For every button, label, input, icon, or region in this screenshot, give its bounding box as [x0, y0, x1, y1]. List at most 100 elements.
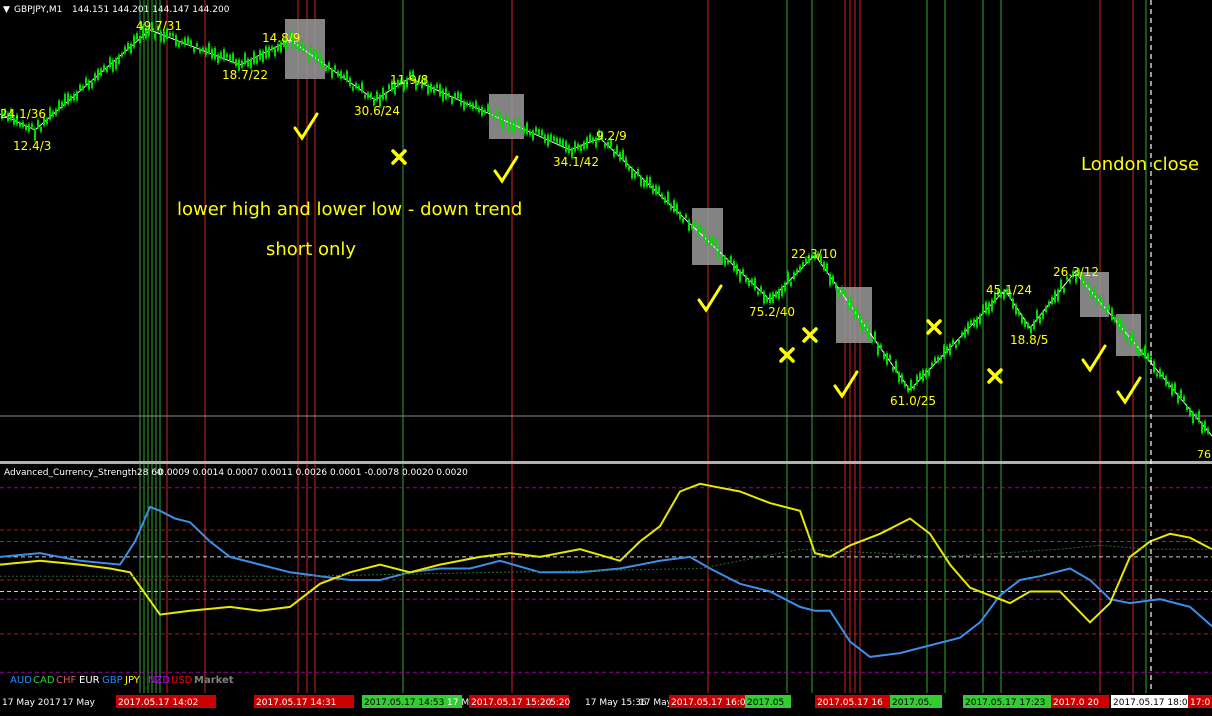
candle-body	[1105, 308, 1107, 313]
candle-body	[688, 219, 690, 231]
candle-body	[184, 37, 186, 46]
candle-body	[700, 227, 702, 231]
candle-body	[895, 360, 897, 372]
candle-body	[187, 37, 189, 44]
candle-body	[313, 49, 315, 59]
candle-body	[1201, 422, 1203, 433]
london-close-annotation: London close	[1081, 154, 1199, 175]
candle-body	[49, 107, 51, 120]
candle-body	[982, 304, 984, 314]
candle-body	[1135, 342, 1137, 352]
candle-body	[565, 141, 567, 152]
candle-body	[784, 282, 786, 292]
zigzag-label: 12.4/3	[13, 139, 51, 153]
candle-body	[721, 255, 723, 262]
candle-body	[367, 92, 369, 99]
candle-body	[1108, 305, 1110, 311]
candle-body	[727, 260, 729, 264]
candle-body	[949, 344, 951, 355]
candle-body	[667, 191, 669, 204]
zigzag-label: 9.2/9	[596, 129, 627, 143]
candle-body	[790, 281, 792, 286]
candle-body	[115, 58, 117, 70]
candle-body	[109, 57, 111, 68]
candle-body	[703, 230, 705, 239]
candle-body	[625, 157, 627, 167]
time-axis-label: 2017.05.17 16:09	[671, 698, 752, 708]
candle-body	[787, 272, 789, 283]
candle-body	[544, 134, 546, 143]
candle-body	[205, 48, 207, 55]
candle-body	[1051, 297, 1053, 304]
candle-body	[745, 276, 747, 282]
candle-body	[226, 53, 228, 58]
candle-body	[952, 339, 954, 345]
candle-body	[1102, 301, 1104, 307]
candle-body	[1015, 304, 1017, 315]
candle-body	[133, 35, 135, 48]
candle-body	[196, 43, 198, 47]
candle-body	[1171, 383, 1173, 396]
zigzag-label: 45.1/24	[986, 283, 1032, 297]
candle-body	[1147, 353, 1149, 360]
candle-body	[754, 278, 756, 290]
candle-body	[100, 68, 102, 76]
candle-body	[793, 272, 795, 280]
candle-body	[52, 111, 54, 117]
candle-body	[1087, 283, 1089, 288]
candle-body	[1129, 335, 1131, 345]
candle-body	[496, 110, 498, 116]
legend-item-cad: CAD	[33, 675, 55, 686]
candle-body	[325, 66, 327, 72]
panel-separator	[0, 461, 1212, 464]
candle-body	[901, 374, 903, 383]
zigzag-label: 24.1/36	[0, 107, 46, 121]
candle-body	[304, 47, 306, 51]
trend-annotation: lower high and lower low - down trend	[177, 199, 522, 220]
candle-body	[880, 344, 882, 349]
candle-body	[748, 279, 750, 286]
candle-body	[1111, 308, 1113, 320]
candle-body	[916, 375, 918, 384]
candle-body	[274, 48, 276, 57]
candle-body	[211, 48, 213, 59]
time-axis: 17 May 2017 17 May 2017.05.17 14:02 2017.05…	[0, 693, 1212, 712]
price-panel-triangle-icon: ▼	[3, 5, 10, 15]
candle-body	[592, 137, 594, 143]
candle-body	[316, 51, 318, 62]
candle-body	[502, 119, 504, 130]
candle-body	[577, 143, 579, 150]
candle-body	[58, 100, 60, 111]
candle-body	[1204, 421, 1206, 432]
candle-body	[826, 263, 828, 273]
time-axis-label: 2017.05.17 18:00	[1113, 698, 1194, 708]
candle-body	[46, 118, 48, 125]
candle-body	[532, 130, 534, 140]
candle-body	[193, 47, 195, 53]
candle-body	[319, 53, 321, 65]
zigzag-label: 18.7/22	[222, 68, 268, 82]
candle-body	[991, 299, 993, 312]
candle-body	[451, 97, 453, 104]
candle-body	[769, 293, 771, 304]
candle-body	[796, 269, 798, 274]
candle-body	[301, 41, 303, 50]
candle-body	[904, 382, 906, 387]
candle-body	[277, 44, 279, 51]
candle-body	[220, 52, 222, 59]
candle-body	[958, 339, 960, 344]
candle-body	[70, 95, 72, 101]
candle-body	[613, 150, 615, 157]
price-panel-ohlc: 144.151 144.201 144.147 144.200	[72, 5, 230, 15]
candle-body	[244, 53, 246, 65]
candle-body	[1153, 361, 1155, 373]
legend-item-aud: AUD	[10, 675, 32, 686]
candle-body	[979, 314, 981, 324]
candle-body	[637, 168, 639, 176]
indicator-legend: AUD CAD CHF EUR GBP JPY NZD USD Market	[10, 675, 234, 686]
candle-body	[523, 127, 525, 134]
candle-body	[94, 73, 96, 81]
candle-body	[235, 59, 237, 67]
candle-body	[76, 91, 78, 101]
zigzag-label: 18.8/5	[1010, 333, 1048, 347]
